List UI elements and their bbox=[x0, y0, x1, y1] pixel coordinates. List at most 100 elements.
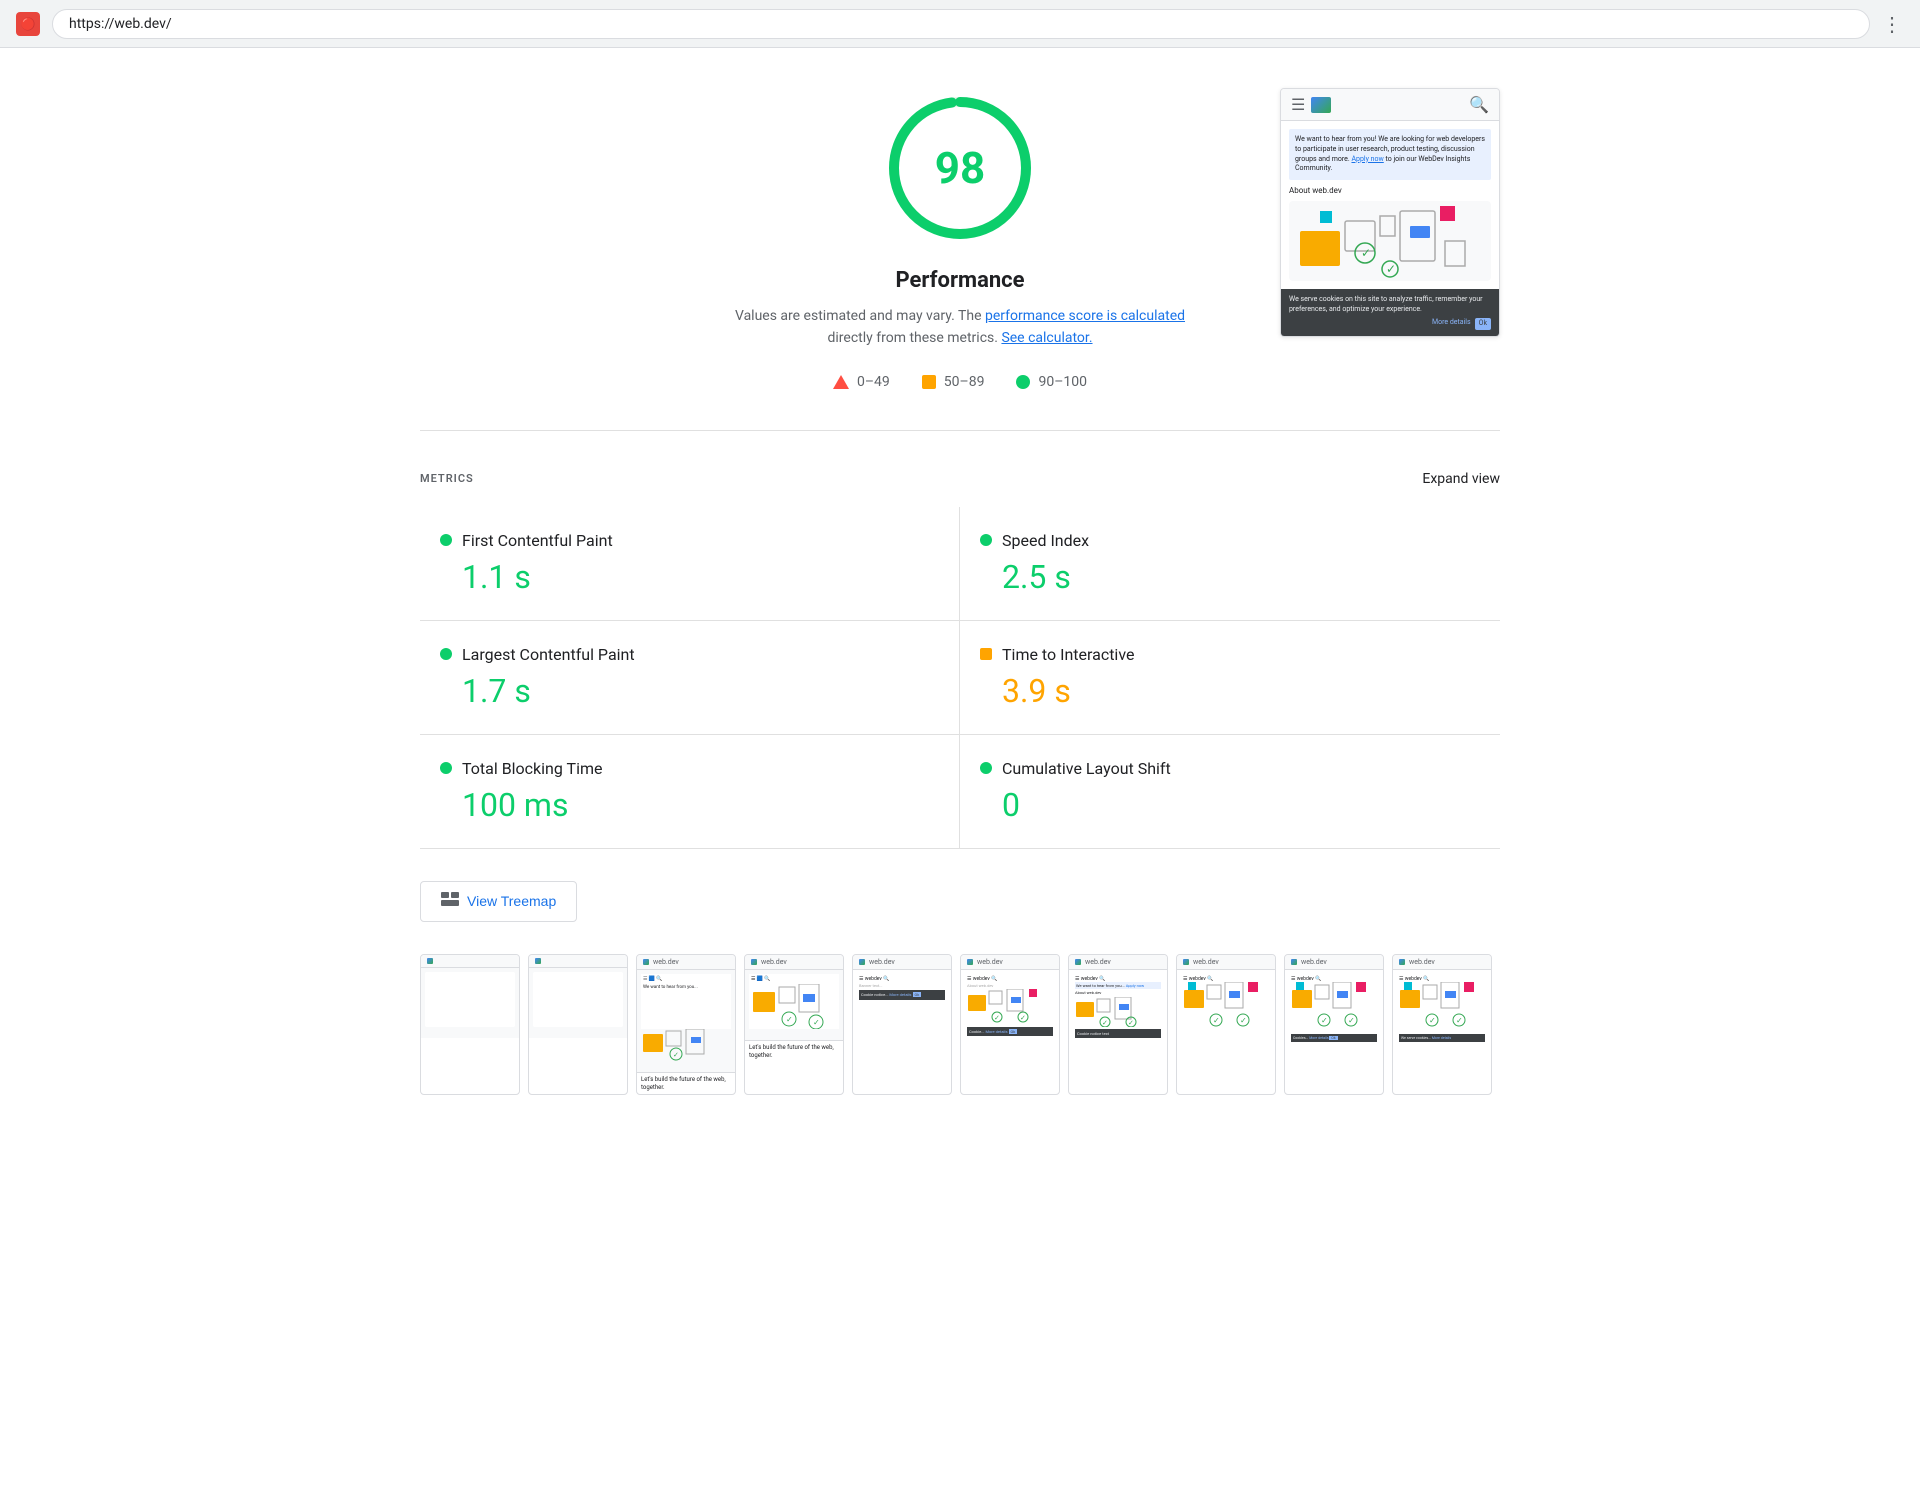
footer-actions: More details Ok bbox=[1289, 318, 1491, 330]
metric-tti: Time to Interactive 3.9 s bbox=[960, 621, 1500, 735]
filmstrip-frame-6-body: ☰ webdev 🔍 About web.dev ✓ ✓ bbox=[961, 970, 1059, 1042]
metric-tti-name-row: Time to Interactive bbox=[980, 645, 1480, 664]
screenshot-illustration: ✓ ✓ bbox=[1289, 201, 1491, 281]
metric-fcp-indicator bbox=[440, 534, 452, 546]
filmstrip-frame-9-content: ☰ webdev 🔍 ✓ ✓ bbox=[1289, 974, 1379, 1044]
metric-lcp-name-row: Largest Contentful Paint bbox=[440, 645, 939, 664]
filmstrip-frame-3-content: ☰ 🟦 🔍 We want to hear from you... bbox=[641, 974, 731, 1029]
filmstrip-logo-3 bbox=[643, 959, 649, 965]
footer-text: We serve cookies on this site to analyze… bbox=[1289, 295, 1483, 313]
metric-tbt: Total Blocking Time 100 ms bbox=[420, 735, 960, 849]
screenshot-footer: We serve cookies on this site to analyze… bbox=[1281, 289, 1499, 335]
filmstrip-placeholder-1 bbox=[425, 972, 515, 1027]
svg-text:✓: ✓ bbox=[813, 1018, 820, 1027]
filmstrip-frame-7-body: ☰ webdev 🔍 We want to hear from you... A… bbox=[1069, 970, 1167, 1045]
metrics-grid: First Contentful Paint 1.1 s Speed Index… bbox=[420, 507, 1500, 849]
filmstrip-frame-5-content: ☰ webdev 🔍 Banner text... Cookie notice.… bbox=[857, 974, 947, 1002]
filmstrip-frame-4-time: web.dev bbox=[761, 958, 787, 966]
filmstrip-frame-6: web.dev ☰ webdev 🔍 About web.dev ✓ bbox=[960, 954, 1060, 1096]
filmstrip-frame-5-body: ☰ webdev 🔍 Banner text... Cookie notice.… bbox=[853, 970, 951, 1040]
filmstrip-frame-8-content: ☰ webdev 🔍 ✓ ✓ bbox=[1181, 974, 1271, 1036]
metric-si: Speed Index 2.5 s bbox=[960, 507, 1500, 621]
metric-si-name-row: Speed Index bbox=[980, 531, 1480, 550]
metrics-section: METRICS Expand view First Contentful Pai… bbox=[420, 471, 1500, 849]
browser-url-bar[interactable]: https://web.dev/ bbox=[52, 9, 1870, 39]
filmstrip-logo-10 bbox=[1399, 959, 1405, 965]
browser-bar: 🔴 https://web.dev/ ⋮ bbox=[0, 0, 1920, 48]
filmstrip-logo-8 bbox=[1183, 959, 1189, 965]
filmstrip-frame-7: web.dev ☰ webdev 🔍 We want to hear from … bbox=[1068, 954, 1168, 1096]
browser-menu-button[interactable]: ⋮ bbox=[1882, 12, 1904, 36]
legend-orange-range: 50–89 bbox=[944, 374, 985, 390]
filmstrip-frame-9-body: ☰ webdev 🔍 ✓ ✓ bbox=[1285, 970, 1383, 1048]
svg-text:✓: ✓ bbox=[786, 1015, 793, 1024]
webdev-logo bbox=[1311, 97, 1331, 113]
filmstrip-frame-3: web.dev ☰ 🟦 🔍 We want to hear from you..… bbox=[636, 954, 736, 1096]
filmstrip-frame-7-header: web.dev bbox=[1069, 955, 1167, 970]
ok-button[interactable]: Ok bbox=[1475, 318, 1491, 330]
score-description: Values are estimated and may vary. The p… bbox=[720, 305, 1200, 350]
filmstrip-frame-2 bbox=[528, 954, 628, 1096]
metric-cls-indicator bbox=[980, 762, 992, 774]
metric-si-indicator bbox=[980, 534, 992, 546]
filmstrip-frame-9-header: web.dev bbox=[1285, 955, 1383, 970]
screenshot-content: We want to hear from you! We are looking… bbox=[1281, 121, 1499, 289]
filmstrip-frame-4: web.dev ☰ 🟦 🔍 ✓ ✓ bbox=[744, 954, 844, 1096]
metric-fcp-value: 1.1 s bbox=[440, 558, 939, 596]
filmstrip-frame-1-header bbox=[421, 955, 519, 968]
score-circle: 98 bbox=[880, 88, 1040, 248]
metric-fcp-name-row: First Contentful Paint bbox=[440, 531, 939, 550]
filmstrip-logo-7 bbox=[1075, 959, 1081, 965]
filmstrip-frame-9: web.dev ☰ webdev 🔍 ✓ ✓ bbox=[1284, 954, 1384, 1096]
filmstrip-frame-2-body bbox=[529, 968, 627, 1038]
filmstrip-frame-7-content: ☰ webdev 🔍 We want to hear from you... A… bbox=[1073, 974, 1163, 1041]
legend-green: 90–100 bbox=[1016, 374, 1087, 390]
filmstrip-frame-3-time: web.dev bbox=[653, 958, 679, 966]
filmstrip-frame-3-caption: Let's build the future of the web, toget… bbox=[637, 1072, 735, 1095]
svg-text:✓: ✓ bbox=[1348, 1016, 1355, 1025]
metric-lcp: Largest Contentful Paint 1.7 s bbox=[420, 621, 960, 735]
svg-text:✓: ✓ bbox=[1128, 1019, 1134, 1027]
svg-text:✓: ✓ bbox=[1020, 1014, 1026, 1022]
calculator-link[interactable]: See calculator. bbox=[1001, 330, 1092, 346]
filmstrip-frame-3-body: ☰ 🟦 🔍 We want to hear from you... ✓ bbox=[637, 970, 735, 1072]
screenshot-banner: We want to hear from you! We are looking… bbox=[1289, 129, 1491, 180]
legend-red: 0–49 bbox=[833, 374, 890, 390]
filmstrip-frame-5-header: web.dev bbox=[853, 955, 951, 970]
view-treemap-button[interactable]: View Treemap bbox=[420, 881, 577, 922]
apply-now-link[interactable]: Apply now bbox=[1351, 155, 1383, 163]
filmstrip-logo-6 bbox=[967, 959, 973, 965]
svg-text:✓: ✓ bbox=[1240, 1016, 1247, 1025]
filmstrip-section: web.dev ☰ 🟦 🔍 We want to hear from you..… bbox=[420, 954, 1500, 1104]
svg-text:✓: ✓ bbox=[1321, 1016, 1328, 1025]
metric-lcp-indicator bbox=[440, 648, 452, 660]
metric-fcp-label: First Contentful Paint bbox=[462, 531, 613, 550]
filmstrip-frame-5: web.dev ☰ webdev 🔍 Banner text... Cookie… bbox=[852, 954, 952, 1096]
filmstrip-frame-4-body: ☰ 🟦 🔍 ✓ ✓ bbox=[745, 970, 843, 1040]
screenshot-about-label: About web.dev bbox=[1289, 186, 1491, 195]
score-legend: 0–49 50–89 90–100 bbox=[833, 374, 1087, 390]
more-details-link[interactable]: More details bbox=[1432, 318, 1471, 330]
performance-score-link[interactable]: performance score is calculated bbox=[985, 308, 1185, 324]
metric-tbt-label: Total Blocking Time bbox=[462, 759, 602, 778]
metric-si-value: 2.5 s bbox=[980, 558, 1480, 596]
filmstrip-frame-8-body: ☰ webdev 🔍 ✓ ✓ bbox=[1177, 970, 1275, 1040]
metric-tti-value: 3.9 s bbox=[980, 672, 1480, 710]
filmstrip-time-9: web.dev bbox=[1301, 958, 1327, 966]
metric-tbt-indicator bbox=[440, 762, 452, 774]
score-value: 98 bbox=[935, 142, 986, 194]
filmstrip-frame-4-content: ☰ 🟦 🔍 ✓ ✓ bbox=[749, 974, 839, 1029]
metric-tti-label: Time to Interactive bbox=[1002, 645, 1134, 664]
filmstrip-time-5: web.dev bbox=[869, 958, 895, 966]
svg-text:✓: ✓ bbox=[994, 1014, 1000, 1022]
filmstrip-logo-5 bbox=[859, 959, 865, 965]
score-desc-middle: directly from these metrics. bbox=[827, 330, 1001, 346]
metric-lcp-label: Largest Contentful Paint bbox=[462, 645, 635, 664]
metrics-label: METRICS bbox=[420, 472, 474, 485]
svg-text:✓: ✓ bbox=[1102, 1019, 1108, 1027]
expand-view-button[interactable]: Expand view bbox=[1422, 471, 1500, 487]
metric-cls-label: Cumulative Layout Shift bbox=[1002, 759, 1171, 778]
svg-text:✓: ✓ bbox=[1429, 1016, 1436, 1025]
red-triangle-icon bbox=[833, 375, 849, 389]
filmstrip-logo-1 bbox=[427, 958, 433, 964]
